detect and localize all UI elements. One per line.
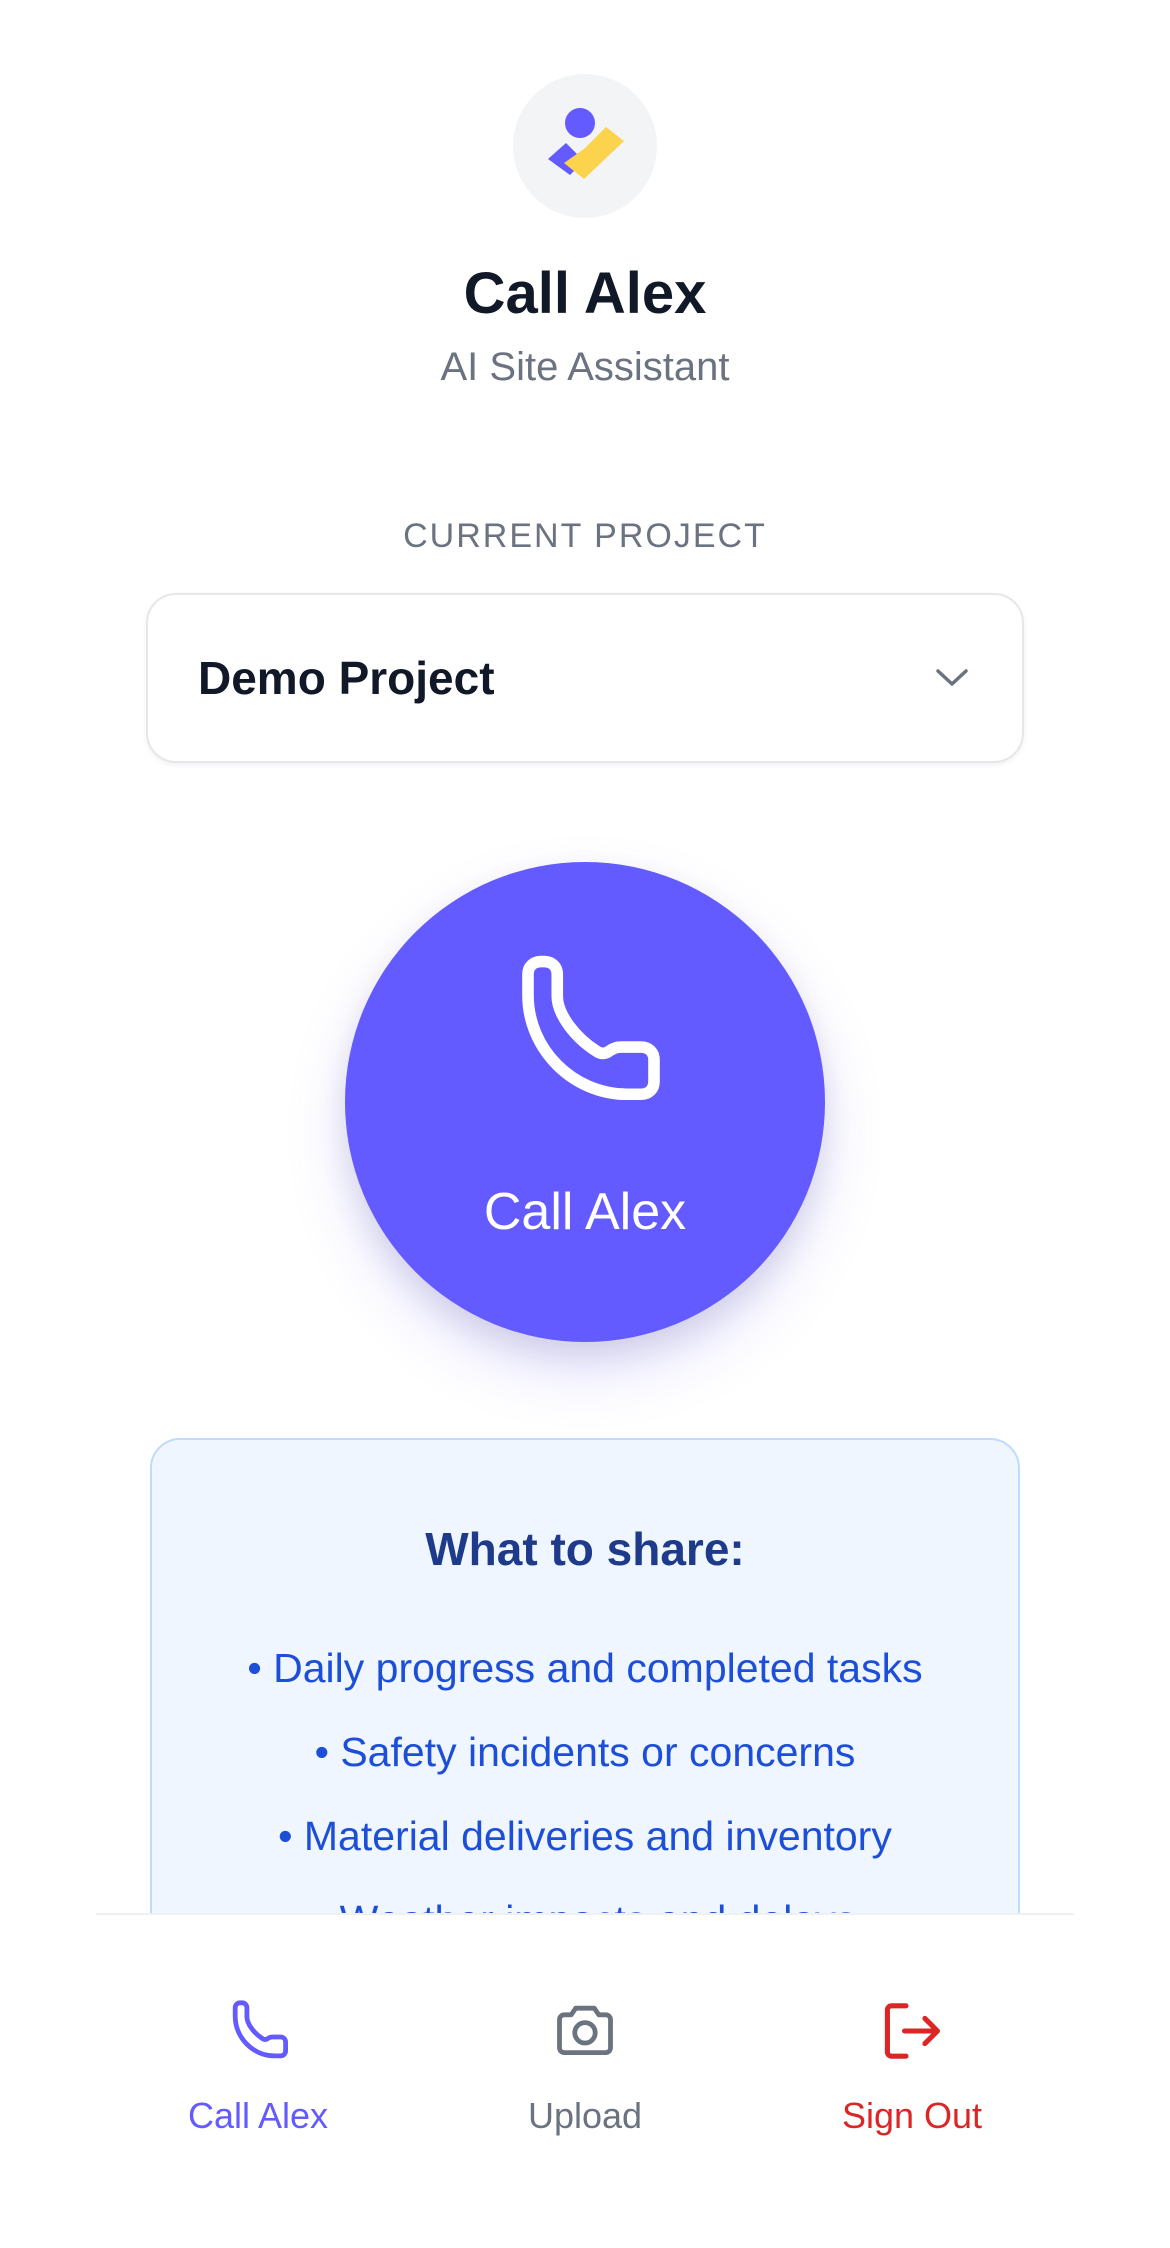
app-screen: Call Alex AI Site Assistant CURRENT PROJ… <box>0 0 1170 2248</box>
what-to-share-heading: What to share: <box>425 1523 745 1575</box>
page-title: Call Alex <box>463 261 707 326</box>
nav-item-label: Sign Out <box>841 2095 983 2136</box>
nav-item-label: Call Alex <box>187 2095 329 2136</box>
list-item: • Weather impacts and delays <box>152 1878 1018 1913</box>
phone-icon <box>522 955 660 1101</box>
call-alex-button[interactable]: Call Alex <box>345 862 825 1342</box>
assistant-logo <box>513 74 657 218</box>
current-project-label: CURRENT PROJECT <box>403 517 767 555</box>
nav-item-call-alex[interactable]: Call Alex <box>118 1995 398 2175</box>
project-select[interactable]: Demo Project <box>146 593 1024 763</box>
assistant-logo-icon <box>548 108 624 179</box>
list-item: • Daily progress and completed tasks <box>247 1645 923 1691</box>
phone-icon <box>232 2000 288 2059</box>
chevron-down-icon <box>932 658 972 698</box>
sign-out-icon <box>884 2003 941 2059</box>
nav-item-sign-out[interactable]: Sign Out <box>772 1995 1052 2175</box>
nav-item-label: Upload <box>527 2095 643 2136</box>
main-content[interactable]: Call Alex AI Site Assistant CURRENT PROJ… <box>0 0 1170 1913</box>
call-alex-button-label: Call Alex <box>483 1183 687 1241</box>
list-item: • Material deliveries and inventory <box>278 1813 892 1859</box>
list-item: • Safety incidents or concerns <box>314 1729 856 1775</box>
nav-item-upload[interactable]: Upload <box>445 1995 725 2175</box>
bottom-nav: Call Alex Upload Sign Out <box>96 1913 1074 2248</box>
camera-icon <box>557 2005 613 2055</box>
project-select-value: Demo Project <box>198 652 495 704</box>
page-subtitle: AI Site Assistant <box>440 345 730 389</box>
what-to-share-list: • Daily progress and completed tasks • S… <box>152 1626 1018 1913</box>
what-to-share-card: What to share: • Daily progress and comp… <box>150 1438 1020 1913</box>
